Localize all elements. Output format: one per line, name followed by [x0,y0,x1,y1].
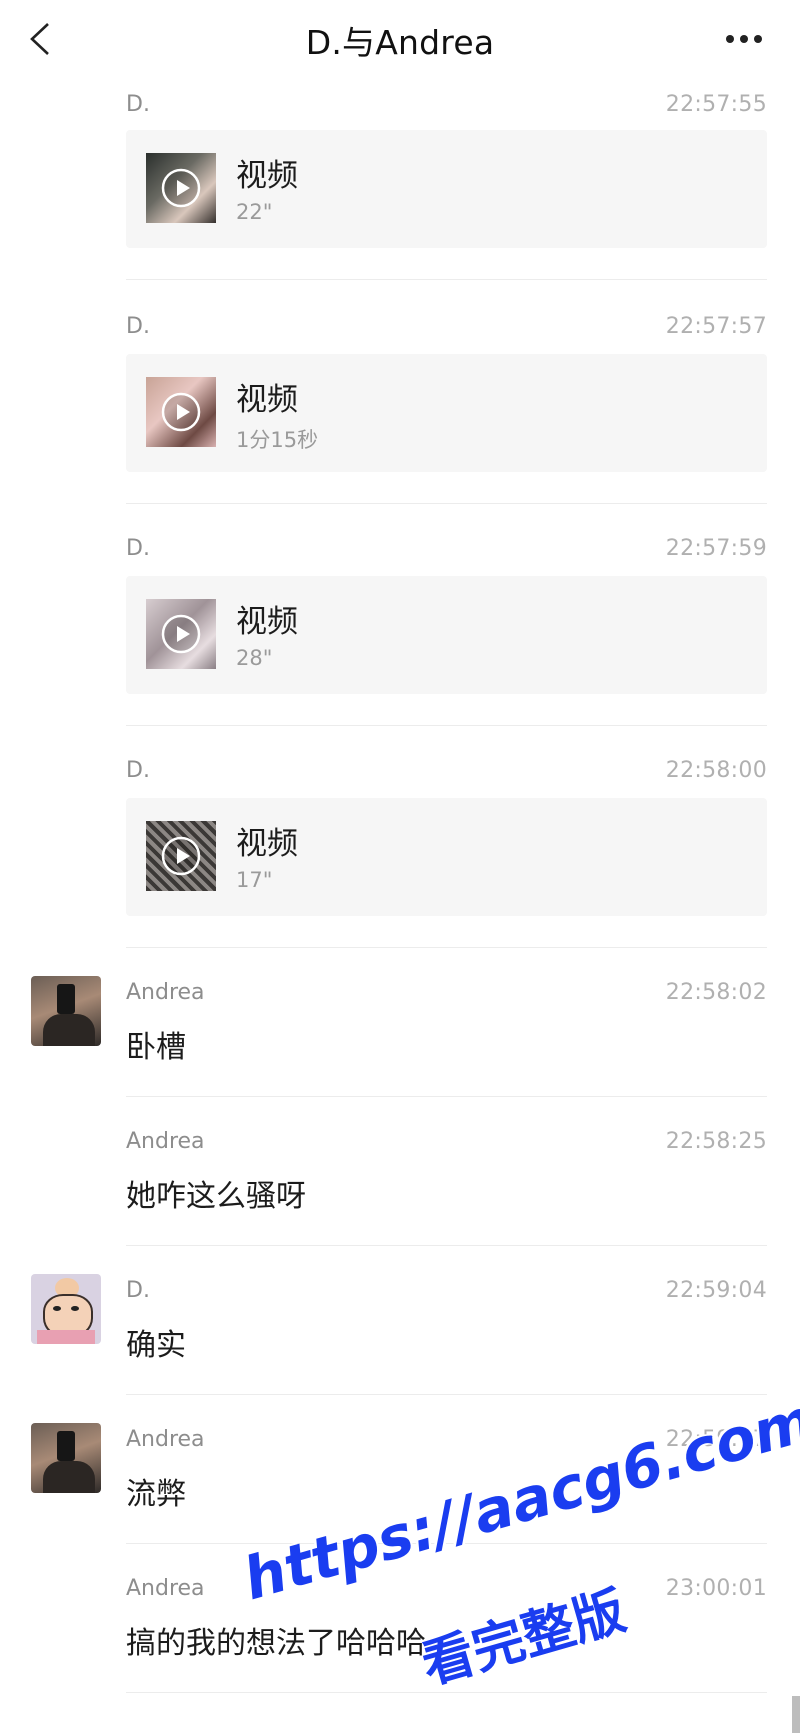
divider [126,279,767,280]
video-duration: 22" [236,200,273,224]
message-time: 22:58:00 [665,758,767,783]
message-time: 22:57:59 [665,536,767,561]
avatar[interactable] [31,976,101,1046]
video-thumbnail [146,153,216,223]
video-card[interactable]: 视频 22" [126,130,767,248]
sender-name: Andrea [126,1129,205,1154]
watermark-tagline: 看完整版 [415,1581,633,1697]
video-duration: 17" [236,868,273,892]
video-thumbnail [146,599,216,669]
video-label: 视频 [236,158,298,194]
divider [126,947,767,948]
video-label: 视频 [236,382,298,418]
video-thumbnail [146,377,216,447]
play-icon [161,836,201,876]
message-time: 22:57:55 [665,92,767,117]
message-text: 搞的我的想法了哈哈哈 [126,1626,426,1661]
message-time: 22:57:57 [665,314,767,339]
avatar[interactable] [31,1274,101,1344]
message-text: 流弊 [126,1477,186,1512]
chat-header: D.与Andrea [0,0,800,78]
sender-name: D. [126,758,150,783]
scrollbar[interactable] [792,1696,800,1733]
video-duration: 1分15秒 [236,428,319,452]
sender-name: D. [126,1278,150,1303]
sender-name: D. [126,536,150,561]
sender-name: Andrea [126,980,205,1005]
sender-name: Andrea [126,1576,205,1601]
divider [126,725,767,726]
video-duration: 28" [236,646,273,670]
divider [126,503,767,504]
avatar[interactable] [31,1423,101,1493]
chat-title: D.与Andrea [305,23,495,62]
sender-name: D. [126,314,150,339]
message-text: 她咋这么骚呀 [126,1179,306,1214]
divider [126,1245,767,1246]
message-time: 22:59:04 [665,1278,767,1303]
video-label: 视频 [236,604,298,640]
play-icon [161,614,201,654]
video-label: 视频 [236,826,298,862]
video-card[interactable]: 视频 17" [126,798,767,916]
video-card[interactable]: 视频 1分15秒 [126,354,767,472]
message-time: 22:58:25 [665,1129,767,1154]
video-thumbnail [146,821,216,891]
play-icon [161,168,201,208]
message-text: 卧槽 [126,1030,186,1065]
sender-name: Andrea [126,1427,205,1452]
divider [126,1394,767,1395]
sender-name: D. [126,92,150,117]
message-time: 23:00:01 [665,1576,767,1601]
play-icon [161,392,201,432]
more-horizontal-icon[interactable] [722,30,766,48]
video-card[interactable]: 视频 28" [126,576,767,694]
message-text: 确实 [126,1328,186,1363]
message-time: 22:58:02 [665,980,767,1005]
divider [126,1096,767,1097]
